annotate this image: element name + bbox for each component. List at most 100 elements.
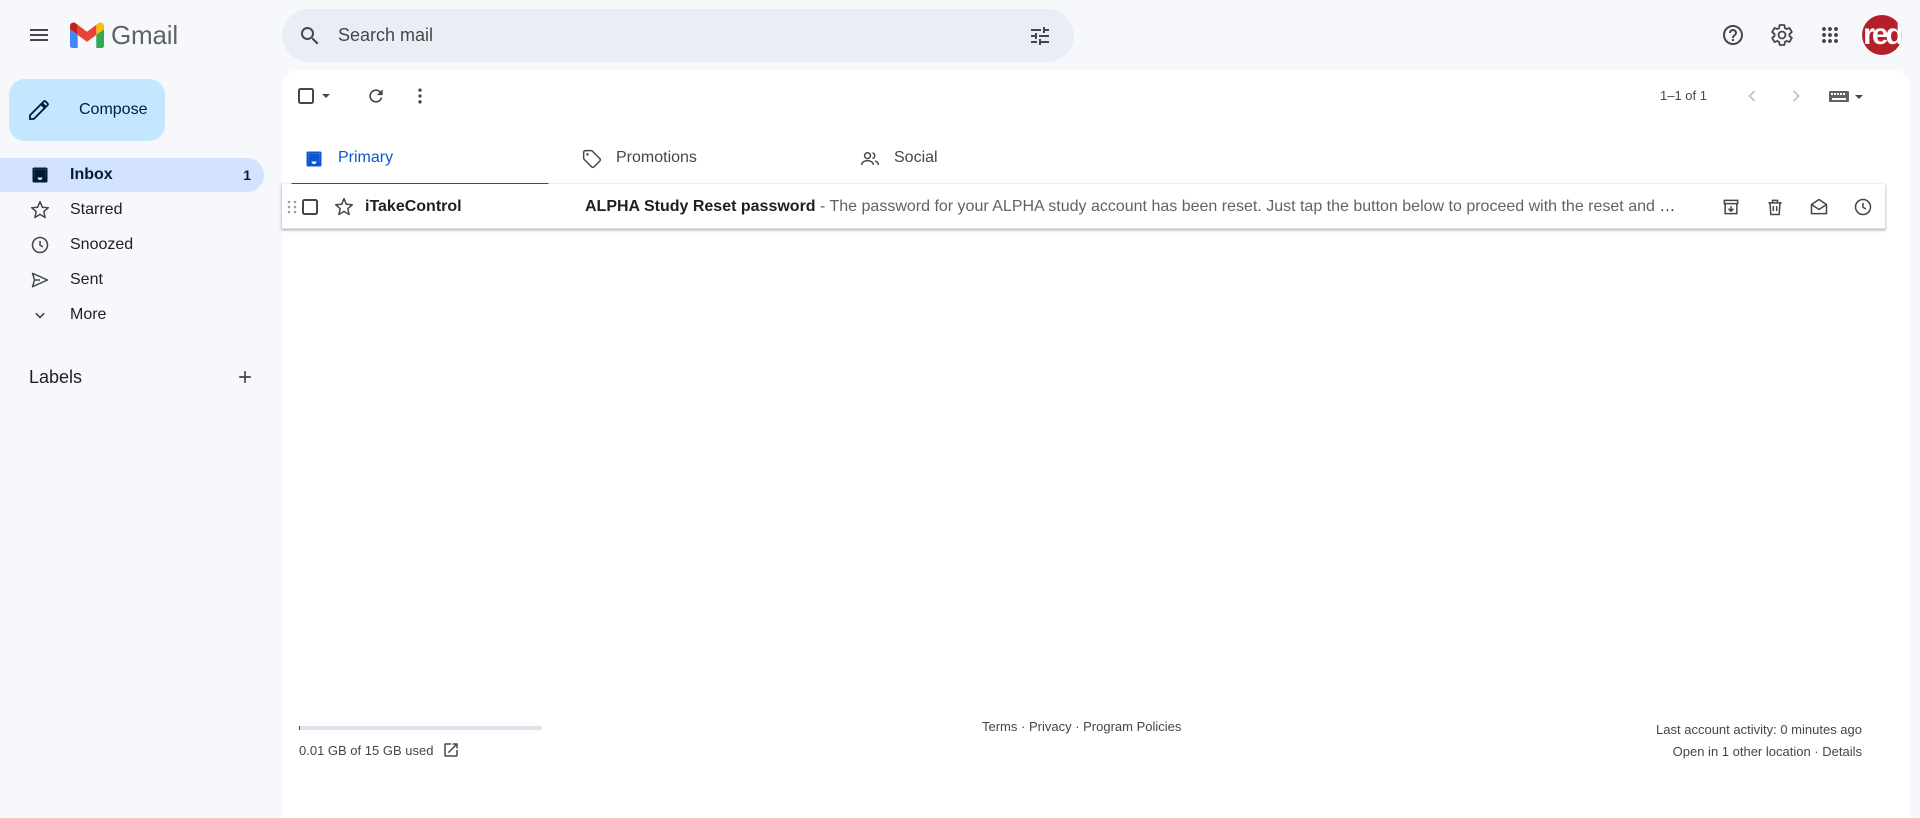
privacy-link[interactable]: Privacy	[1029, 719, 1072, 734]
search-input[interactable]	[338, 25, 1020, 46]
plus-icon	[239, 371, 251, 383]
email-checkbox[interactable]	[300, 197, 320, 217]
checkbox-dropdown-icon	[298, 88, 330, 104]
link-separator: ·	[1017, 719, 1029, 734]
sidebar-item-sent[interactable]: Sent	[0, 263, 264, 297]
sidebar-item-starred[interactable]: Starred	[0, 193, 264, 227]
email-row[interactable]: iTakeControl ALPHA Study Reset password …	[282, 184, 1885, 229]
tune-icon	[1031, 26, 1049, 45]
sidebar-item-snoozed[interactable]: Snoozed	[0, 228, 264, 262]
drag-handle-icon[interactable]	[286, 199, 298, 215]
gear-icon	[1771, 24, 1793, 46]
account-activity: Last account activity: 0 minutes ago Ope…	[1656, 719, 1862, 763]
tag-icon	[580, 147, 604, 171]
snooze-button[interactable]	[1849, 193, 1877, 221]
keyboard-icon	[1829, 91, 1863, 102]
older-button[interactable]	[1776, 76, 1816, 116]
people-icon	[858, 147, 882, 171]
labels-section: Labels	[29, 362, 264, 392]
compose-button[interactable]: Compose	[9, 79, 165, 141]
send-icon	[28, 268, 52, 292]
refresh-button[interactable]	[356, 76, 396, 116]
inbox-icon	[28, 163, 52, 187]
refresh-icon	[369, 89, 383, 103]
sidebar-item-label: Snoozed	[70, 236, 134, 253]
program-policies-link[interactable]: Program Policies	[1083, 719, 1181, 734]
sidebar-item-inbox[interactable]: Inbox 1	[0, 158, 264, 192]
more-actions-button[interactable]	[400, 76, 440, 116]
settings-button[interactable]	[1762, 15, 1802, 55]
search-options-button[interactable]	[1020, 16, 1060, 56]
email-subject: ALPHA Study Reset password	[585, 198, 816, 215]
category-tabs: Primary Promotions Social	[290, 131, 1880, 186]
storage-text: 0.01 GB of 15 GB used	[299, 743, 434, 758]
main-menu-button[interactable]	[19, 15, 59, 55]
chevron-left-icon	[1748, 90, 1756, 102]
gmail-logo[interactable]: Gmail	[70, 18, 178, 52]
email-snippet: The password for your ALPHA study accoun…	[829, 198, 1678, 215]
mail-toolbar: 1–1 of 1	[282, 70, 1910, 122]
support-button[interactable]	[1713, 15, 1753, 55]
storage-bar-fill	[299, 726, 300, 730]
subject-separator: -	[815, 198, 830, 215]
inbox-tab-icon	[302, 147, 326, 171]
newer-button[interactable]	[1732, 76, 1772, 116]
sidebar-item-label: Starred	[70, 201, 123, 218]
tab-social[interactable]: Social	[846, 131, 1106, 186]
open-in-new-icon[interactable]	[442, 741, 460, 759]
storage-bar	[299, 726, 542, 730]
clock-icon	[1854, 198, 1872, 216]
more-vert-icon	[418, 88, 422, 104]
create-label-button[interactable]	[230, 362, 260, 392]
open-locations-text: Open in 1 other location	[1672, 744, 1811, 759]
select-all-button[interactable]	[294, 76, 338, 116]
link-separator: ·	[1810, 744, 1823, 759]
sidebar-item-label: Inbox	[70, 166, 113, 183]
tab-primary[interactable]: Primary	[290, 131, 550, 186]
star-outline-icon	[334, 197, 354, 216]
sidebar-item-label: Sent	[70, 271, 103, 288]
avatar-text: red	[1863, 18, 1902, 51]
pencil-icon	[29, 100, 49, 120]
sidebar-item-label: More	[70, 306, 107, 323]
search-button[interactable]	[286, 12, 334, 60]
search-bar[interactable]	[282, 9, 1074, 62]
pagination-text: 1–1 of 1	[1660, 88, 1707, 103]
mark-as-read-button[interactable]	[1805, 193, 1833, 221]
app-name: Gmail	[111, 19, 178, 50]
terms-link[interactable]: Terms	[982, 719, 1017, 734]
delete-button[interactable]	[1761, 193, 1789, 221]
compose-label: Compose	[79, 101, 148, 118]
help-icon	[1723, 25, 1743, 45]
email-subject-snippet: ALPHA Study Reset password - The passwor…	[585, 198, 1677, 216]
account-avatar[interactable]: red	[1862, 15, 1902, 55]
trash-icon	[1768, 199, 1782, 216]
sidebar-nav: Inbox 1 Starred Snoozed Sent More	[0, 158, 264, 333]
details-link[interactable]: Details	[1822, 744, 1862, 759]
star-icon	[28, 198, 52, 222]
input-tools-button[interactable]	[1822, 76, 1872, 116]
chevron-right-icon	[1792, 90, 1800, 102]
clock-icon	[28, 233, 52, 257]
footer-links: Terms · Privacy · Program Policies	[982, 719, 1181, 734]
chevron-down-icon	[28, 303, 52, 327]
apps-grid-icon	[1822, 27, 1838, 43]
mail-open-icon	[1810, 198, 1828, 215]
tab-promotions[interactable]: Promotions	[568, 131, 828, 186]
unread-count: 1	[243, 167, 251, 183]
link-separator: ·	[1071, 719, 1084, 734]
main-panel: 1–1 of 1 Primary Promotions Social iTake…	[282, 70, 1910, 818]
archive-button[interactable]	[1717, 193, 1745, 221]
tab-label: Promotions	[616, 149, 697, 166]
top-bar: Gmail red	[0, 0, 1920, 70]
last-activity-text: Last account activity: 0 minutes ago	[1656, 722, 1862, 737]
sidebar-item-more[interactable]: More	[0, 298, 264, 332]
star-toggle[interactable]	[332, 195, 356, 219]
tab-label: Primary	[338, 149, 394, 166]
email-sender: iTakeControl	[365, 198, 462, 215]
google-apps-button[interactable]	[1810, 15, 1850, 55]
labels-title: Labels	[29, 367, 83, 387]
archive-icon	[1723, 199, 1739, 215]
search-icon	[301, 26, 319, 44]
gmail-m-icon	[70, 22, 104, 48]
